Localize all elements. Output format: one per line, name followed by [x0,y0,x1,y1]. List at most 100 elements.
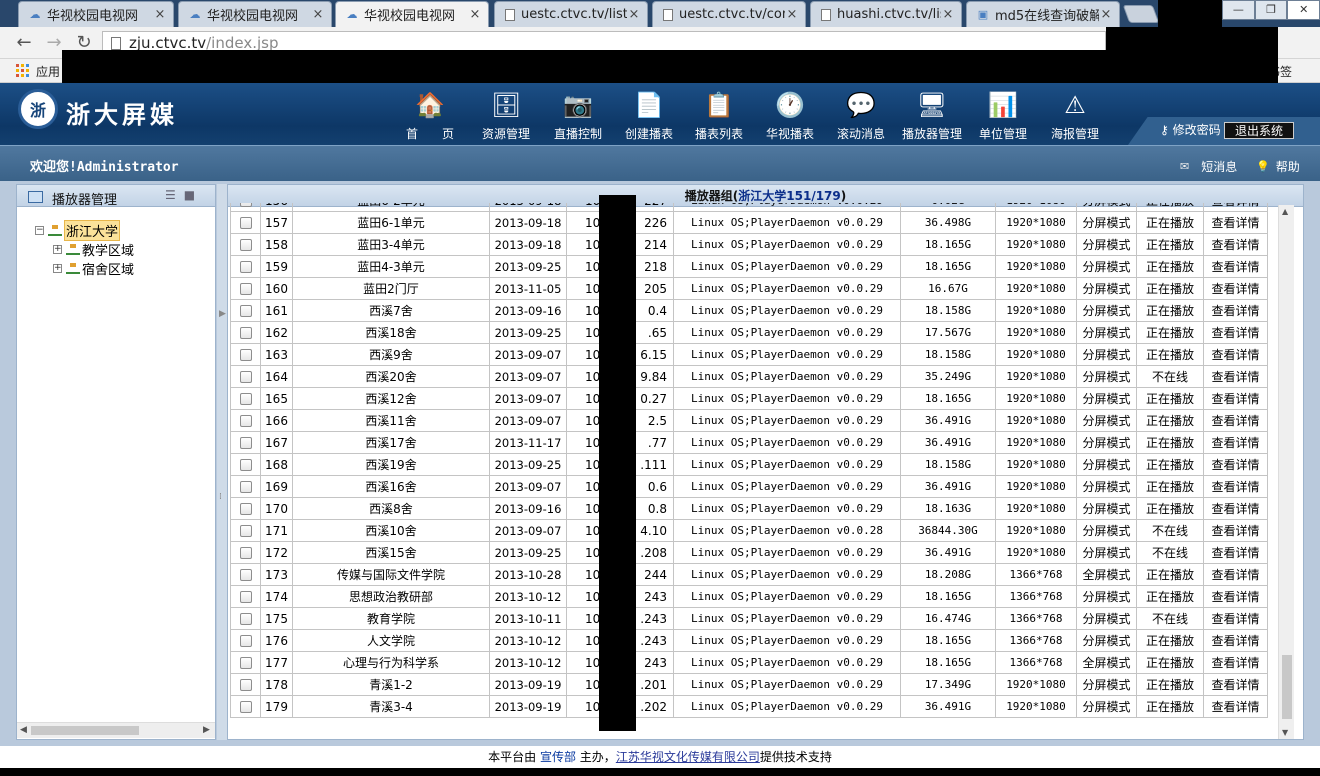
row-checkbox[interactable] [239,525,252,537]
row-checkbox[interactable] [239,459,252,471]
view-details-link[interactable]: 查看详情 [1203,585,1268,608]
view-details-link[interactable]: 查看详情 [1203,475,1268,498]
nav-item-3[interactable]: 📄 创建播表 [617,89,681,142]
row-checkbox[interactable] [239,481,252,493]
row-checkbox[interactable] [239,261,252,273]
table-row[interactable]: 156蓝田6-2单元2013-09-1810.227Linux OS;Playe… [230,203,1268,212]
table-row[interactable]: 174 思想政治教研部 2013-10-12 10. 243 Linux OS;Playe… [230,585,1268,608]
scroll-left-icon[interactable]: ◀ [20,725,27,735]
table-row[interactable]: 173 传媒与国际文件学院 2013-10-28 10. 244 Linux OS;Pla… [230,563,1268,586]
view-details-link[interactable]: 查看详情 [1203,255,1268,278]
row-checkbox[interactable] [239,701,252,713]
table-row[interactable]: 176 人文学院 2013-10-12 10. .243 Linux OS;PlayerD… [230,629,1268,652]
row-checkbox[interactable] [239,657,252,669]
row-checkbox[interactable] [239,283,252,295]
view-details-link[interactable]: 查看详情 [1203,607,1268,630]
splitter-arrow-icon[interactable]: ▶ [219,309,226,325]
close-tab-icon[interactable]: × [153,7,167,22]
scroll-right-icon[interactable]: ▶ [203,725,210,735]
view-details-link[interactable]: 查看详情 [1203,277,1268,300]
back-arrow-icon[interactable]: ← [12,32,36,54]
restore-icon[interactable]: ❐ [1254,0,1288,20]
tree-node-root[interactable]: − 浙江大学 [35,220,134,241]
close-window-icon[interactable]: ✕ [1287,0,1320,20]
view-details-link[interactable]: 查看详情 [1203,519,1268,542]
row-checkbox[interactable] [239,327,252,339]
browser-tab[interactable]: ▣ md5在线查询破解 × [966,1,1120,27]
table-row[interactable]: 175 教育学院 2013-10-11 10. .243 Linux OS;PlayerD… [230,607,1268,630]
expand-icon[interactable]: + [53,245,62,254]
table-row[interactable]: 165 西溪12舍 2013-09-07 10. 0.27 Linux OS;Player… [230,387,1268,410]
grid-vertical-scrollbar[interactable]: ▲ ▼ [1278,205,1294,739]
apps-grid-icon[interactable] [16,64,29,77]
table-row[interactable]: 167 西溪17舍 2013-11-17 10 .77 Linux OS;PlayerDa… [230,431,1268,454]
table-row[interactable]: 161 西溪7舍 2013-09-16 10 0.4 Linux OS;PlayerDae… [230,299,1268,322]
table-row[interactable]: 177 心理与行为科学系 2013-10-12 10. 243 Linux OS;Play… [230,651,1268,674]
browser-tab[interactable]: uestc.ctvc.tv/listLa× [494,1,648,27]
bookmark-apps[interactable]: 应用 [36,63,60,80]
row-checkbox[interactable] [239,371,252,383]
row-checkbox[interactable] [239,203,252,207]
new-tab-button[interactable] [1122,5,1160,23]
nav-item-5[interactable]: 🕐 华视播表 [758,89,822,142]
browser-tab[interactable]: uestc.ctvc.tv/comp× [652,1,806,27]
table-row[interactable]: 166 西溪11舍 2013-09-07 10. 2.5 Linux OS;PlayerD… [230,409,1268,432]
view-details-link[interactable]: 查看详情 [1203,497,1268,520]
table-row[interactable]: 171 西溪10舍 2013-09-07 10. 4.10 Linux OS;Player… [230,519,1268,542]
change-password-button[interactable]: ⚷ 修改密码 [1154,122,1227,139]
view-details-link[interactable]: 查看详情 [1203,321,1268,344]
browser-tab[interactable]: ☁ 华视校园电视网 × [18,1,174,27]
nav-item-7[interactable]: 🖥 播放器管理 [900,89,964,142]
view-details-link[interactable]: 查看详情 [1203,365,1268,388]
row-checkbox[interactable] [239,239,252,251]
expand-icon[interactable]: + [53,264,62,273]
view-details-link[interactable]: 查看详情 [1203,431,1268,454]
tree-node-teaching[interactable]: + 教学区域 [53,240,134,259]
close-tab-icon[interactable]: × [941,7,955,22]
row-checkbox[interactable] [239,349,252,361]
view-details-link[interactable]: 查看详情 [1203,695,1268,718]
splitter-grip-icon[interactable]: ⁞ [219,492,224,508]
close-tab-icon[interactable]: × [627,7,641,22]
browser-tab[interactable]: ☁ 华视校园电视网 × [335,1,489,27]
panel-splitter[interactable]: ▶ ⁞ [217,184,227,740]
footer-company-link[interactable]: 江苏华视文化传媒有限公司 [616,750,760,764]
row-checkbox[interactable] [239,393,252,405]
table-row[interactable]: 163 西溪9舍 2013-09-07 10. 6.15 Linux OS;PlayerD… [230,343,1268,366]
view-details-link[interactable]: 查看详情 [1203,387,1268,410]
collapse-icon[interactable]: − [35,226,44,235]
close-tab-icon[interactable]: × [785,7,799,22]
nav-item-1[interactable]: 🗄 资源管理 [474,89,538,142]
view-details-link[interactable]: 查看详情 [1203,541,1268,564]
nav-item-6[interactable]: 💬 滚动消息 [829,89,893,142]
table-row[interactable]: 172 西溪15舍 2013-09-25 10. .208 Linux OS;Player… [230,541,1268,564]
view-details-link[interactable]: 查看详情 [1203,343,1268,366]
row-checkbox[interactable] [239,305,252,317]
view-details-link[interactable]: 查看详情 [1203,211,1268,234]
scroll-up-icon[interactable]: ▲ [1282,207,1288,216]
scroll-down-icon[interactable]: ▼ [1282,728,1288,737]
view-details-link[interactable]: 查看详情 [1203,409,1268,432]
table-row[interactable]: 162 西溪18舍 2013-09-25 10. .65 Linux OS;PlayerD… [230,321,1268,344]
nav-item-4[interactable]: 📋 播表列表 [687,89,751,142]
nav-item-9[interactable]: ⚠ 海报管理 [1043,89,1107,142]
close-tab-icon[interactable]: × [1099,7,1113,22]
row-checkbox[interactable] [239,613,252,625]
scroll-thumb[interactable] [31,726,139,735]
row-checkbox[interactable] [239,591,252,603]
left-horizontal-scrollbar[interactable]: ◀ ▶ [17,722,215,738]
table-row[interactable]: 159 蓝田4-3单元 2013-09-25 10. 218 Linux OS;Playe… [230,255,1268,278]
table-row[interactable]: 164 西溪20舍 2013-09-07 10. 9.84 Linux OS;Player… [230,365,1268,388]
row-checkbox[interactable] [239,635,252,647]
row-checkbox[interactable] [239,415,252,427]
messages-link[interactable]: ✉ 短消息 [1180,158,1237,175]
view-details-link[interactable]: 查看详情 [1203,651,1268,674]
close-tab-icon[interactable]: × [468,7,482,22]
view-details-link[interactable]: 查看详情 [1203,203,1268,212]
view-details-link[interactable]: 查看详情 [1203,629,1268,652]
close-tab-icon[interactable]: × [311,7,325,22]
view-details-link[interactable]: 查看详情 [1203,563,1268,586]
row-checkbox[interactable] [239,547,252,559]
footer-dept-link[interactable]: 宣传部 [540,750,576,764]
row-checkbox[interactable] [239,217,252,229]
